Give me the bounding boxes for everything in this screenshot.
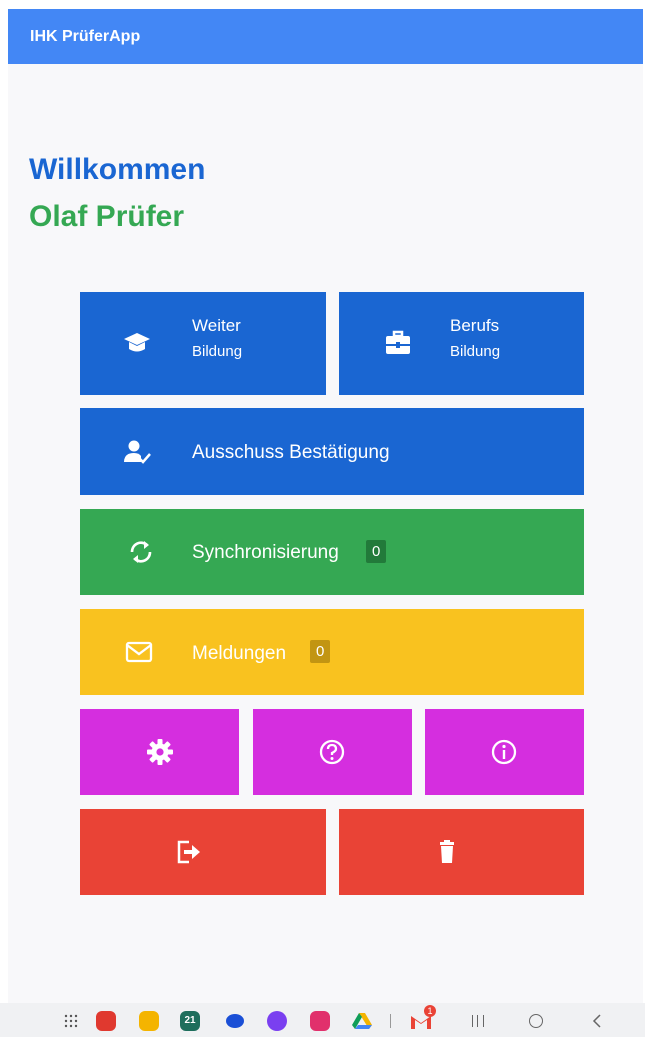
notes-app-icon[interactable]	[96, 1011, 116, 1031]
weiter-subtitle: Bildung	[192, 343, 243, 360]
back-icon[interactable]	[592, 1014, 602, 1028]
meldungen-button[interactable]: Meldungen 0	[80, 609, 584, 695]
folder-app-icon[interactable]	[139, 1011, 159, 1031]
delete-button[interactable]	[339, 809, 584, 895]
berufs-subtitle: Bildung	[450, 343, 501, 360]
weiter-bildung-button[interactable]: Weiter Bildung	[80, 292, 326, 395]
graduation-cap-icon	[124, 333, 150, 352]
logout-icon	[177, 840, 200, 864]
sync-icon	[130, 541, 152, 563]
gmail-badge: 1	[424, 1005, 436, 1017]
info-circle-icon	[491, 739, 517, 765]
user-check-icon	[124, 440, 151, 464]
berufs-title: Berufs	[450, 316, 500, 335]
meldungen-count-badge: 0	[310, 640, 331, 663]
briefcase-icon	[386, 330, 410, 354]
trash-icon	[440, 840, 454, 863]
taskbar-divider	[390, 1014, 391, 1028]
welcome-heading: Willkommen	[29, 153, 206, 186]
info-button[interactable]	[425, 709, 584, 795]
messages-app-icon[interactable]	[226, 1014, 244, 1028]
synchronisierung-button[interactable]: Synchronisierung 0	[80, 509, 584, 595]
sync-label: Synchronisierung	[192, 542, 339, 563]
app-window: IHK PrüferApp Willkommen Olaf Prüfer Wei…	[8, 9, 643, 1003]
recent-apps-icon[interactable]	[472, 1015, 484, 1027]
question-circle-icon	[319, 739, 345, 765]
user-name: Olaf Prüfer	[29, 200, 185, 233]
ausschuss-bestaetigung-button[interactable]: Ausschuss Bestätigung	[80, 408, 584, 495]
envelope-icon	[125, 641, 153, 663]
help-button[interactable]	[253, 709, 412, 795]
drive-app-icon[interactable]	[352, 1013, 372, 1029]
browser-app-icon[interactable]	[267, 1011, 287, 1031]
berufs-bildung-button[interactable]: Berufs Bildung	[339, 292, 584, 395]
ausschuss-label: Ausschuss Bestätigung	[192, 442, 390, 463]
app-bar: IHK PrüferApp	[8, 9, 643, 64]
system-taskbar: 21 1	[0, 1003, 645, 1037]
home-icon[interactable]	[529, 1014, 543, 1028]
gear-icon	[147, 739, 173, 765]
logout-button[interactable]	[80, 809, 326, 895]
calendar-app-icon[interactable]: 21	[180, 1011, 200, 1031]
weiter-title: Weiter	[192, 316, 241, 335]
settings-button[interactable]	[80, 709, 239, 795]
sync-count-badge: 0	[366, 540, 387, 563]
camera-app-icon[interactable]	[310, 1011, 330, 1031]
meldungen-label: Meldungen	[192, 643, 287, 664]
app-title: IHK PrüferApp	[30, 28, 141, 45]
app-drawer-icon[interactable]	[64, 1014, 78, 1028]
